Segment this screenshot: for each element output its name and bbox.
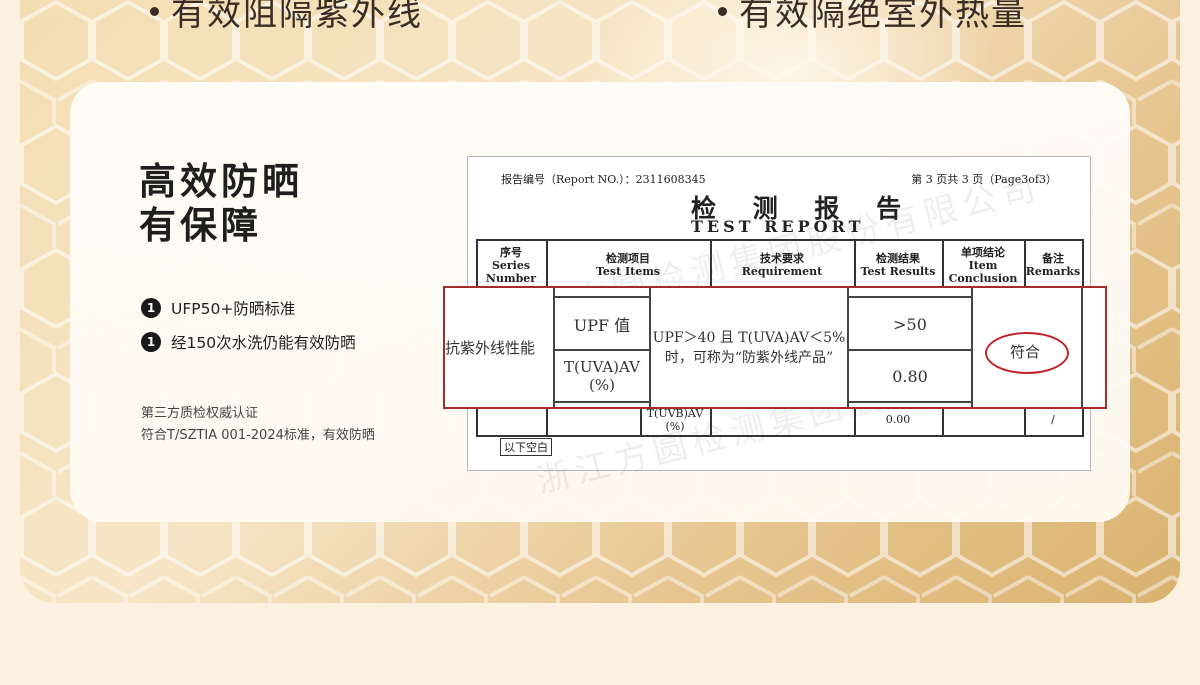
uvb-value: 0.00 [885,413,911,426]
header-text: 单项结论 [961,245,1005,259]
zoom-line [847,401,971,403]
number-badge-icon: 1 [141,332,161,352]
headline-line-2: 有保障 [139,204,262,247]
feature-item-wash: 1 经150次水洗仍能有效防晒 [141,331,356,353]
report-number: 报告编号（Report NO.）：2311608345 [501,173,706,186]
zoom-line [553,296,649,298]
header-text: Test Items [595,265,661,278]
headline: 高效防晒 有保障 [139,160,303,248]
zoom-line [1081,288,1083,407]
certification-line-2: 符合T/SZTIA 001-2024标准，有效防晒 [141,428,375,443]
header-text: Series Number [485,258,537,285]
zoom-result-tuva: 0.80 [892,366,928,386]
zoom-line [553,401,649,403]
header-text: 检测项目 [606,252,650,265]
header-items: 检测项目 Test Items [546,239,710,289]
top-bullet-text: 有效隔绝室外热量 [739,0,1027,34]
header-text: Item Conclusion [948,258,1018,285]
header-remarks: 备注 Remarks [1024,239,1082,289]
feature-item-upf: 1 UFP50+防晒标准 [141,297,295,319]
top-bullet-heat: 有效隔绝室外热量 [718,0,1027,35]
highlighted-result-row: 抗紫外线性能 UPF 值 T(UVA)AV (%) UPF＞40 且 T(UVA… [443,286,1107,409]
certification-line-1: 第三方质检权威认证 [141,406,259,421]
top-bullet-text: 有效阻隔紫外线 [171,0,423,34]
report-title-en: TEST REPORT [691,217,865,236]
table-line [476,435,1084,437]
header-text: Remarks [1025,265,1081,278]
header-conclusion: 单项结论 Item Conclusion [942,239,1024,289]
bullet-dot-icon [718,7,727,16]
feature-text: UFP50+防晒标准 [171,300,296,318]
zoom-requirement: UPF＞40 且 T(UVA)AV＜5% 时，可称为“防紫外线产品” [652,330,846,366]
header-text: Requirement [741,265,823,278]
uvb-remark: / [1051,413,1055,426]
zoom-item-tuva: T(UVA)AV (%) [564,358,640,394]
zoom-conclusion: 符合 [1009,342,1040,361]
top-bullet-uv: 有效阻隔紫外线 [150,0,423,35]
zoom-item-upf: UPF 值 [573,316,631,335]
header-series: 序号 Series Number [476,239,546,289]
headline-line-1: 高效防晒 [139,160,303,203]
zoom-line [971,288,973,407]
header-text: 检测结果 [876,252,920,265]
number-badge-icon: 1 [141,298,161,318]
bullet-dot-icon [150,7,159,16]
header-requirement: 技术要求 Requirement [710,239,854,289]
header-text: Test Results [860,265,936,278]
zoom-category: 抗紫外线性能 [445,339,536,357]
zoom-result-upf: >50 [893,314,927,334]
header-results: 检测结果 Test Results [854,239,942,289]
report-page-info: 第 3 页共 3 页（Page3of3） [911,173,1057,186]
feature-text: 经150次水洗仍能有效防晒 [171,334,356,352]
zoom-line [847,296,971,298]
header-text: 备注 [1042,252,1064,265]
header-text: 序号 [500,245,522,259]
uvb-label: T(UVB)AV (%) [646,407,704,433]
header-text: 技术要求 [760,252,804,265]
blank-note: 以下空白 [500,438,552,456]
